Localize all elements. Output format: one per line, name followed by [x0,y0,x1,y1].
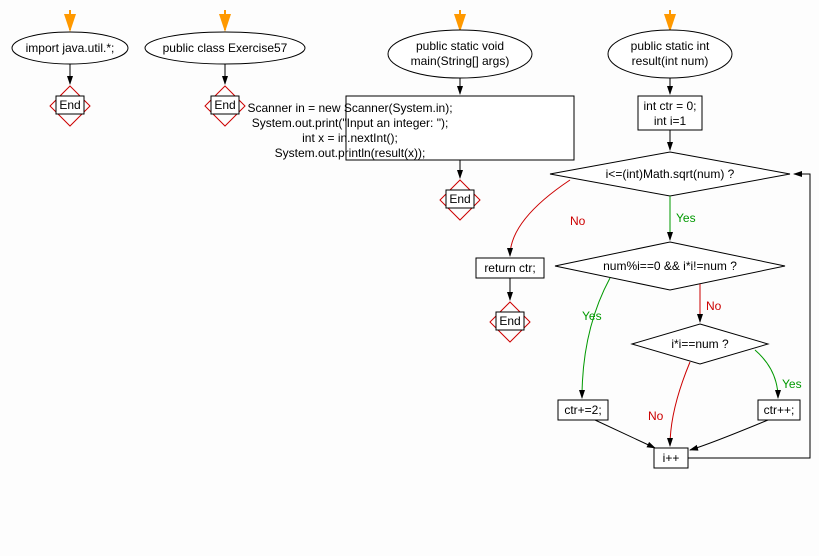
label-yes-1: Yes [676,211,696,225]
node-class-text: public class Exercise57 [163,41,288,55]
edge-13-15-yes [582,278,610,398]
node-main-body-2: System.out.print("Input an integer: "); [252,116,449,130]
label-yes-2: Yes [582,309,602,323]
edge-14-16-yes [755,350,778,398]
node-main-text-2: main(String[] args) [411,54,510,68]
edge-16-17 [690,420,768,450]
edge-10-11-no [510,180,570,256]
node-init-1: int ctr = 0; [643,99,696,113]
end-node-2: End [205,86,245,126]
end-text-2: End [214,98,235,112]
label-no-1: No [570,214,586,228]
end-text-1: End [59,98,80,112]
label-no-2: No [706,299,722,313]
node-main-body-1: Scanner in = new Scanner(System.in); [247,101,452,115]
node-return-text: return ctr; [484,261,535,275]
end-text-4: End [499,314,520,328]
node-import-text: import java.util.*; [26,41,115,55]
label-no-3: No [648,409,664,423]
node-main-body-3: int x = in.nextInt(); [302,131,398,145]
node-main-body-4: System.out.println(result(x)); [275,146,426,160]
node-result-text-1: public static int [631,39,710,53]
end-node-3: End [440,180,480,220]
label-yes-3: Yes [782,377,802,391]
end-node-1: End [50,86,90,126]
node-result-text-2: result(int num) [632,54,709,68]
end-text-3: End [449,192,470,206]
flowchart-diagram: import java.util.*; End public class Exe… [0,0,819,556]
edge-14-17-no [670,362,690,446]
decision-sqrt-text: i<=(int)Math.sqrt(num) ? [606,167,735,181]
edge-15-17 [595,420,655,448]
node-inc-text: i++ [663,451,680,465]
decision-square-text: i*i==num ? [671,337,729,351]
node-main-text-1: public static void [416,39,504,53]
node-init-2: int i=1 [654,114,687,128]
node-ctr2-text: ctr+=2; [564,403,601,417]
end-node-4: End [490,302,530,342]
node-ctr1-text: ctr++; [764,403,795,417]
decision-mod-text: num%i==0 && i*i!=num ? [603,259,737,273]
